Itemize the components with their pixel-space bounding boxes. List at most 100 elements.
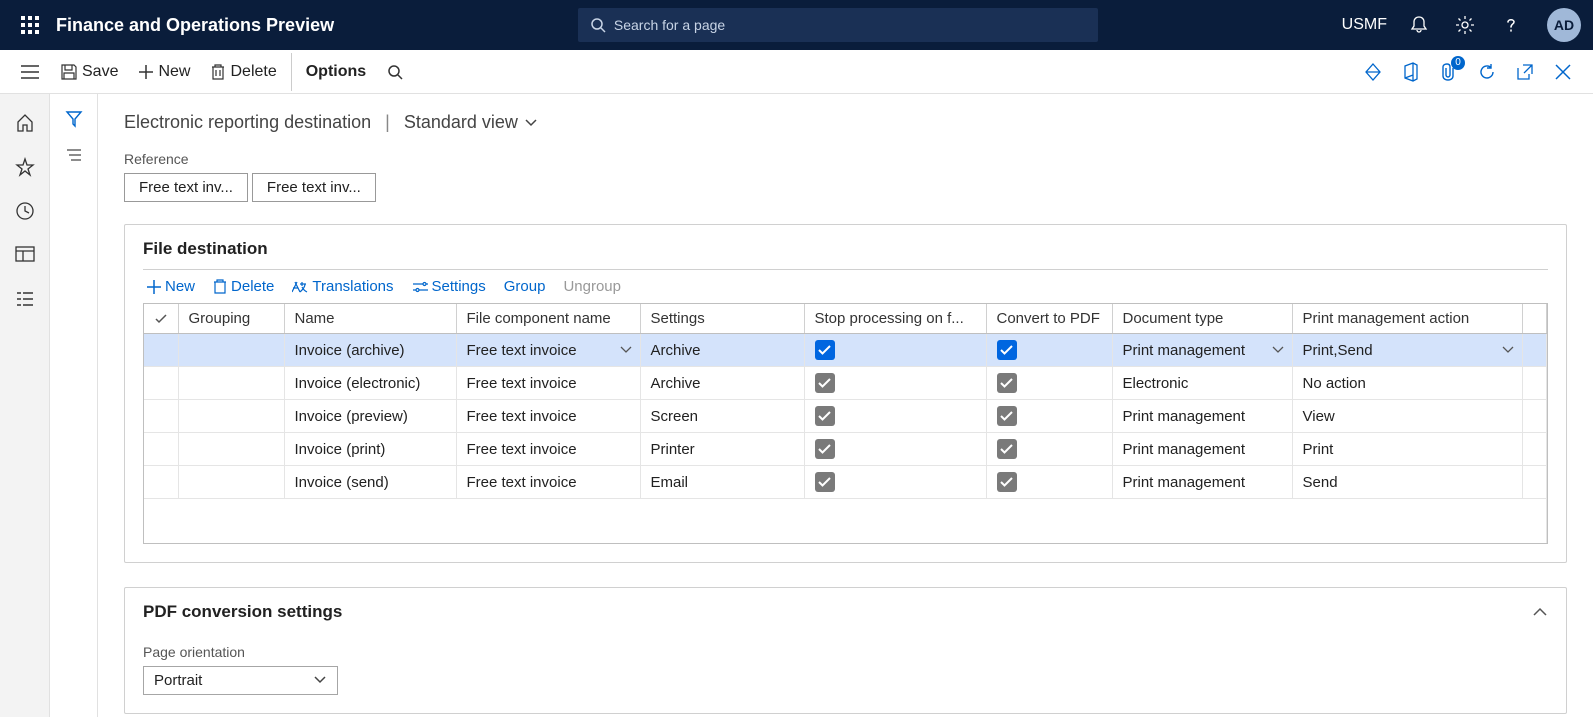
cell-doctype[interactable]: Print management (1112, 334, 1292, 367)
cell-doctype[interactable]: Print management (1112, 400, 1292, 433)
recent-icon[interactable] (14, 200, 36, 222)
grid-translations-button[interactable]: Translations (292, 278, 393, 295)
reference-chip[interactable]: Free text inv... (252, 173, 376, 202)
row-selector[interactable] (144, 400, 178, 433)
workspace-icon[interactable] (14, 244, 36, 266)
column-name[interactable]: Name (284, 304, 456, 334)
search-input[interactable]: Search for a page (578, 8, 1098, 42)
save-button[interactable]: Save (50, 53, 128, 91)
select-all-header[interactable] (144, 304, 178, 334)
cell-pdf[interactable] (986, 433, 1112, 466)
column-component[interactable]: File component name (456, 304, 640, 334)
column-grouping[interactable]: Grouping (178, 304, 284, 334)
cell-pdf[interactable] (986, 466, 1112, 499)
page-orientation-dropdown[interactable]: Portrait (143, 666, 338, 695)
cell-grouping[interactable] (178, 400, 284, 433)
star-icon[interactable] (14, 156, 36, 178)
avatar[interactable]: AD (1547, 8, 1581, 42)
cell-settings[interactable]: Email (640, 466, 804, 499)
delete-button[interactable]: Delete (200, 53, 286, 91)
cell-doctype[interactable]: Electronic (1112, 367, 1292, 400)
cell-name[interactable]: Invoice (preview) (284, 400, 456, 433)
popout-icon[interactable] (1513, 60, 1537, 84)
column-action[interactable]: Print management action (1292, 304, 1523, 334)
row-selector[interactable] (144, 367, 178, 400)
action-search-icon[interactable] (376, 53, 414, 91)
options-tab[interactable]: Options (291, 53, 376, 91)
cell-name[interactable]: Invoice (print) (284, 433, 456, 466)
file-destination-header[interactable]: File destination (125, 225, 1566, 269)
cell-stop[interactable] (804, 466, 986, 499)
cell-settings[interactable]: Screen (640, 400, 804, 433)
column-doctype[interactable]: Document type (1112, 304, 1292, 334)
cell-action[interactable]: Print (1292, 433, 1523, 466)
close-icon[interactable] (1551, 60, 1575, 84)
row-selector[interactable] (144, 466, 178, 499)
related-icon[interactable] (63, 144, 85, 166)
grid-settings-button[interactable]: Settings (412, 278, 486, 295)
org-label[interactable]: USMF (1342, 16, 1387, 34)
grid-group-button[interactable]: Group (504, 278, 546, 295)
new-button[interactable]: New (128, 53, 200, 91)
cell-component[interactable]: Free text invoice (456, 433, 640, 466)
cell-stop[interactable] (804, 433, 986, 466)
cell-name[interactable]: Invoice (electronic) (284, 367, 456, 400)
column-stop[interactable]: Stop processing on f... (804, 304, 986, 334)
cell-action[interactable]: Send (1292, 466, 1523, 499)
cell-action[interactable]: Print,Send (1292, 334, 1523, 367)
table-row[interactable]: Invoice (electronic)Free text invoiceArc… (144, 367, 1547, 400)
table-row[interactable]: Invoice (archive)Free text invoiceArchiv… (144, 334, 1547, 367)
page-orientation-label: Page orientation (143, 644, 1548, 660)
table-row[interactable]: Invoice (print)Free text invoicePrinter P… (144, 433, 1547, 466)
pdf-settings-header[interactable]: PDF conversion settings (125, 588, 1566, 632)
attach-icon[interactable]: 0 (1437, 60, 1461, 84)
modules-icon[interactable] (14, 288, 36, 310)
cell-grouping[interactable] (178, 466, 284, 499)
cell-settings[interactable]: Printer (640, 433, 804, 466)
help-icon[interactable] (1497, 11, 1525, 39)
cell-stop[interactable] (804, 400, 986, 433)
cell-settings[interactable]: Archive (640, 367, 804, 400)
cell-pdf[interactable] (986, 334, 1112, 367)
cell-name[interactable]: Invoice (archive) (284, 334, 456, 367)
column-settings[interactable]: Settings (640, 304, 804, 334)
hamburger-icon[interactable] (10, 65, 50, 79)
table-row[interactable]: Invoice (preview)Free text invoiceScreen… (144, 400, 1547, 433)
row-selector[interactable] (144, 334, 178, 367)
cell-action[interactable]: View (1292, 400, 1523, 433)
cell-grouping[interactable] (178, 334, 284, 367)
cell-component[interactable]: Free text invoice (456, 466, 640, 499)
cell-doctype[interactable]: Print management (1112, 433, 1292, 466)
cell-action[interactable]: No action (1292, 367, 1523, 400)
gear-icon[interactable] (1451, 11, 1479, 39)
bell-icon[interactable] (1405, 11, 1433, 39)
search-placeholder: Search for a page (614, 17, 725, 33)
cell-doctype[interactable]: Print management (1112, 466, 1292, 499)
filter-icon[interactable] (63, 108, 85, 130)
reference-chip[interactable]: Free text inv... (124, 173, 248, 202)
cell-settings[interactable]: Archive (640, 334, 804, 367)
cell-name[interactable]: Invoice (send) (284, 466, 456, 499)
cell-pdf[interactable] (986, 367, 1112, 400)
table-row[interactable]: Invoice (send)Free text invoiceEmail Prin… (144, 466, 1547, 499)
cell-grouping[interactable] (178, 433, 284, 466)
office-icon[interactable] (1399, 60, 1423, 84)
grid-delete-button[interactable]: Delete (213, 278, 274, 295)
cell-component[interactable]: Free text invoice (456, 367, 640, 400)
cell-pdf[interactable] (986, 400, 1112, 433)
app-launcher-icon[interactable] (12, 16, 48, 34)
row-selector[interactable] (144, 433, 178, 466)
cell-grouping[interactable] (178, 367, 284, 400)
cell-component[interactable]: Free text invoice (456, 400, 640, 433)
cell-stop[interactable] (804, 334, 986, 367)
cell-component[interactable]: Free text invoice (456, 334, 640, 367)
refresh-icon[interactable] (1475, 60, 1499, 84)
home-icon[interactable] (14, 112, 36, 134)
dataverse-icon[interactable] (1361, 60, 1385, 84)
grid-new-button[interactable]: New (147, 278, 195, 295)
cell-stop[interactable] (804, 367, 986, 400)
chevron-up-icon[interactable] (1532, 607, 1548, 617)
column-pdf[interactable]: Convert to PDF (986, 304, 1112, 334)
view-selector[interactable]: Standard view (404, 112, 538, 133)
reference-row: Free text inv... Free text inv... (124, 173, 1567, 202)
